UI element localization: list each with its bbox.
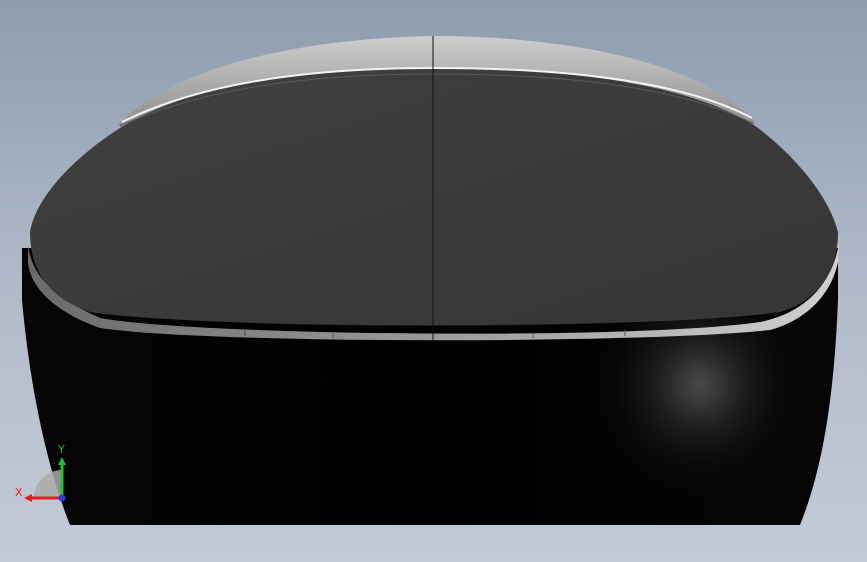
triad-z-axis bbox=[58, 494, 66, 502]
3d-model-view[interactable] bbox=[0, 0, 867, 562]
triad-y-arrow bbox=[58, 457, 66, 465]
triad-x-arrow bbox=[24, 494, 32, 502]
triad-y-label: Y bbox=[57, 443, 65, 456]
orientation-triad[interactable]: X Y bbox=[12, 440, 74, 510]
3d-viewport[interactable]: X Y bbox=[0, 0, 867, 562]
triad-plane-wedge bbox=[34, 470, 62, 498]
triad-x-label: X bbox=[15, 486, 23, 499]
